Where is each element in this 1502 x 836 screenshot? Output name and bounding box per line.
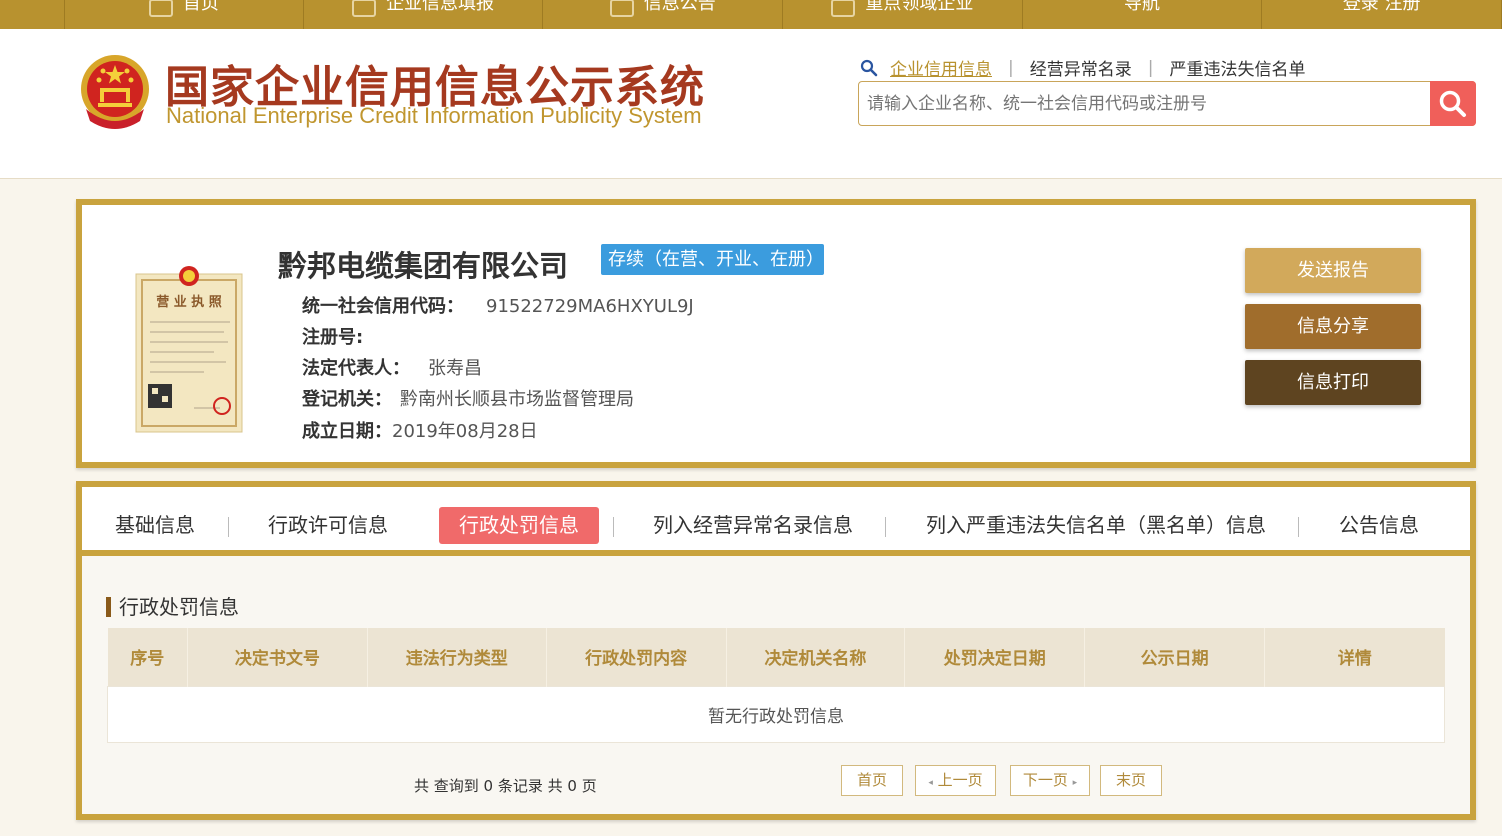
company-panel: 营 业 执 照 黔邦电缆集团有限公司 存续（在营、开业、在册） 统一社会信用代码… xyxy=(76,199,1476,468)
link-abnormal-list[interactable]: 经营异常名录 xyxy=(1030,55,1132,80)
status-badge: 存续（在营、开业、在册） xyxy=(601,244,824,275)
info-label: 登记机关： xyxy=(302,389,392,410)
prev-page-button[interactable]: ◂ 上一页 xyxy=(915,765,996,796)
tab-separator xyxy=(613,517,614,537)
last-page-button[interactable]: 末页 xyxy=(1100,765,1162,796)
chevron-right-icon: ▸ xyxy=(1072,778,1078,788)
tab-admin-license[interactable]: 行政许可信息 xyxy=(268,507,388,544)
column-header: 详情 xyxy=(1264,628,1445,686)
link-separator: | xyxy=(1008,57,1014,78)
print-info-button[interactable]: 信息打印 xyxy=(1245,360,1421,405)
megaphone-icon xyxy=(831,0,856,17)
tab-blacklist[interactable]: 列入严重违法失信名单（黑名单）信息 xyxy=(926,507,1266,544)
info-value: 张寿昌 xyxy=(428,358,482,379)
nav-report-label: 企业信息填报 xyxy=(386,0,495,14)
table-header-row: 序号 决定书文号 违法行为类型 行政处罚内容 决定机关名称 处罚决定日期 公示日… xyxy=(107,628,1445,686)
pager-summary: 共 查询到 0 条记录 共 0 页 xyxy=(414,777,597,795)
column-header: 决定机关名称 xyxy=(726,628,906,686)
notice-icon xyxy=(609,0,634,17)
search-box xyxy=(858,81,1476,126)
info-label: 成立日期： xyxy=(302,421,392,442)
send-report-button[interactable]: 发送报告 xyxy=(1245,248,1421,293)
column-header: 序号 xyxy=(107,628,188,686)
empty-message: 暂无行政处罚信息 xyxy=(107,685,1445,743)
column-header: 处罚决定日期 xyxy=(904,628,1086,686)
column-header: 行政处罚内容 xyxy=(546,628,727,686)
table-row: 暂无行政处罚信息 xyxy=(107,685,1445,743)
nav-guide-label: 导航 xyxy=(1124,0,1161,14)
next-page-button[interactable]: 下一页 ▸ xyxy=(1010,765,1090,796)
link-separator: | xyxy=(1147,57,1154,78)
search-button[interactable] xyxy=(1430,81,1476,126)
info-label: 注册号: xyxy=(302,327,364,348)
column-header: 违法行为类型 xyxy=(367,628,547,686)
next-page-label: 下一页 xyxy=(1022,771,1068,789)
edit-icon xyxy=(352,0,377,17)
nav-guide[interactable]: 导航 xyxy=(1023,0,1263,29)
nav-notice-label: 信息公告 xyxy=(643,0,716,14)
info-value: 91522729MA6HXYUL9J xyxy=(486,296,694,317)
nav-home-label: 首页 xyxy=(182,0,219,14)
tab-bar: 基础信息 行政许可信息 行政处罚信息 列入经营异常名录信息 列入严重违法失信名单… xyxy=(82,487,1470,556)
nav-home[interactable]: 首页 xyxy=(64,0,304,29)
site-title-en: National Enterprise Credit Information P… xyxy=(166,103,702,128)
company-name: 黔邦电缆集团有限公司 xyxy=(278,249,569,283)
info-reg-number: 注册号: xyxy=(302,323,381,349)
tabs-panel: 基础信息 行政许可信息 行政处罚信息 列入经营异常名录信息 列入严重违法失信名单… xyxy=(76,481,1476,820)
nav-notice[interactable]: 信息公告 xyxy=(543,0,784,29)
info-credit-code: 统一社会信用代码： 91522729MA6HXYUL9J xyxy=(302,292,694,318)
column-header: 决定书文号 xyxy=(187,628,368,686)
tab-separator xyxy=(1298,517,1299,537)
search-icon xyxy=(860,59,878,76)
tab-admin-penalty[interactable]: 行政处罚信息 xyxy=(439,507,599,544)
prev-page-label: 上一页 xyxy=(937,771,983,789)
info-label: 统一社会信用代码： xyxy=(302,296,464,317)
info-label: 法定代表人： xyxy=(302,358,410,379)
nav-report[interactable]: 企业信息填报 xyxy=(304,0,544,29)
section-title: 行政处罚信息 xyxy=(106,597,239,617)
quick-links: 企业信用信息 | 经营异常名录 | 严重违法失信名单 xyxy=(860,55,1305,80)
info-value: 黔南州长顺县市场监督管理局 xyxy=(400,389,634,410)
chevron-left-icon: ◂ xyxy=(928,778,933,788)
tab-separator xyxy=(228,517,229,537)
column-header: 公示日期 xyxy=(1084,628,1266,686)
link-credit-info[interactable]: 企业信用信息 xyxy=(890,55,992,80)
share-info-button[interactable]: 信息分享 xyxy=(1245,304,1421,349)
home-icon xyxy=(148,0,173,17)
penalty-table: 序号 决定书文号 违法行为类型 行政处罚内容 决定机关名称 处罚决定日期 公示日… xyxy=(107,628,1445,743)
tab-abnormal-list[interactable]: 列入经营异常名录信息 xyxy=(653,507,853,544)
nav-key-areas[interactable]: 重点领域企业 xyxy=(783,0,1023,29)
tab-separator xyxy=(885,517,886,537)
first-page-button[interactable]: 首页 xyxy=(841,765,903,796)
nav-login-label: 登录 注册 xyxy=(1342,0,1421,14)
nav-key-areas-label: 重点领域企业 xyxy=(865,0,974,14)
info-authority: 登记机关： 黔南州长顺县市场监督管理局 xyxy=(302,385,634,411)
search-icon xyxy=(1439,90,1466,117)
tab-announcements[interactable]: 公告信息 xyxy=(1339,507,1419,544)
business-license-image: 营 业 执 照 xyxy=(135,266,243,433)
info-legal-rep: 法定代表人： 张寿昌 xyxy=(302,354,482,380)
search-input[interactable] xyxy=(867,90,1427,118)
site-header: 国家企业信用信息公示系统 National Enterprise Credit … xyxy=(0,29,1502,179)
license-title: 营 业 执 照 xyxy=(156,294,222,310)
nav-login-register[interactable]: 登录 注册 xyxy=(1262,0,1502,29)
info-value: 2019年08月28日 xyxy=(392,421,538,442)
national-emblem-logo xyxy=(81,55,149,129)
link-blacklist[interactable]: 严重违法失信名单 xyxy=(1169,55,1305,80)
top-nav: 首页 企业信息填报 信息公告 重点领域企业 导航 登录 注册 xyxy=(0,0,1502,29)
tab-basic-info[interactable]: 基础信息 xyxy=(115,507,195,544)
info-established-date: 成立日期：2019年08月28日 xyxy=(302,417,538,443)
